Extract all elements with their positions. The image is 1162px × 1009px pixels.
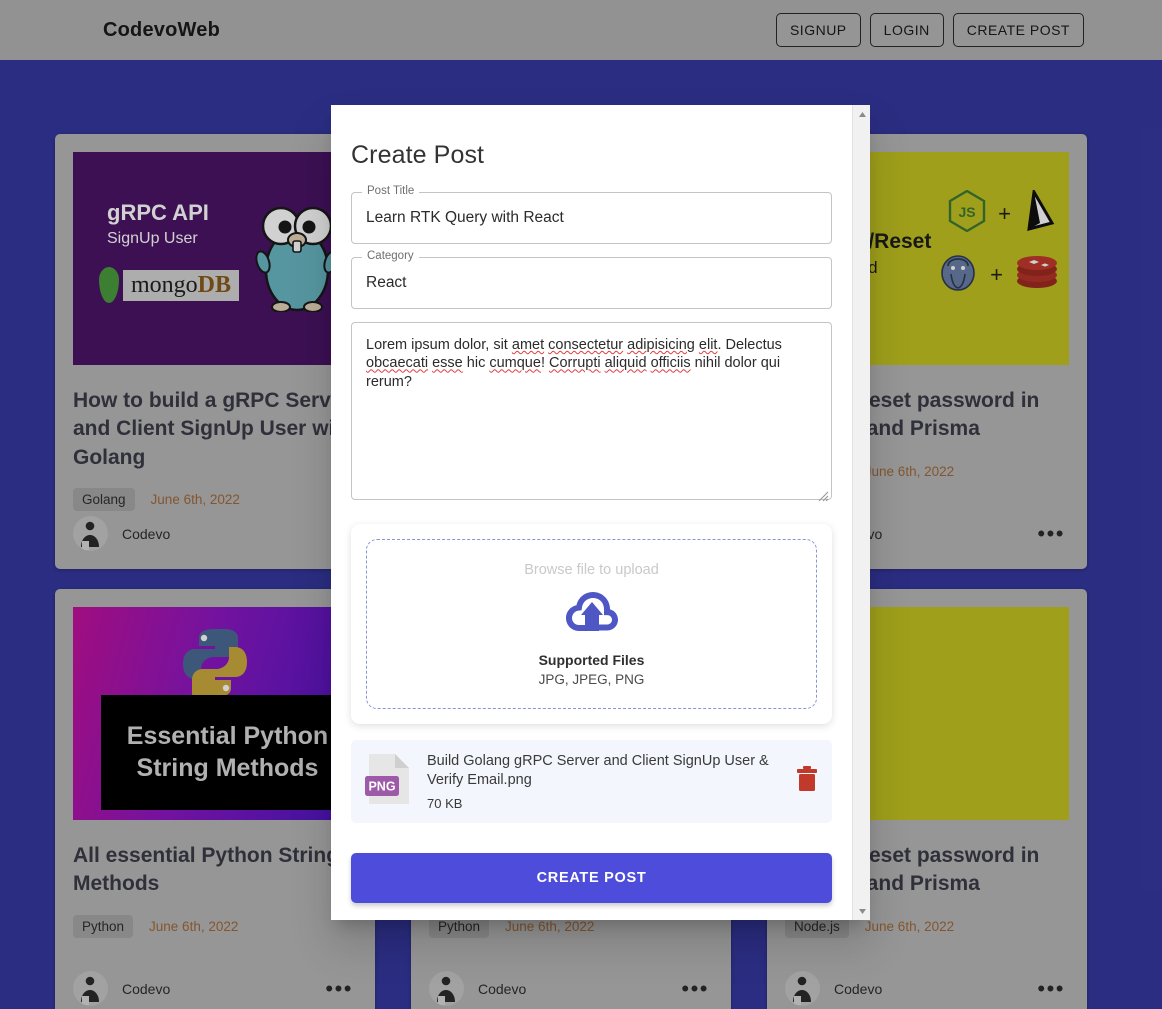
file-size: 70 KB <box>427 795 463 811</box>
modal-title: Create Post <box>351 141 485 169</box>
svg-text:PNG: PNG <box>368 780 395 794</box>
png-file-icon: PNG <box>365 752 413 811</box>
scroll-down-arrow-icon[interactable] <box>853 902 871 920</box>
post-content-input[interactable] <box>351 322 832 500</box>
submit-create-post-button[interactable]: CREATE POST <box>351 853 832 903</box>
supported-file-types: JPG, JPEG, PNG <box>538 671 645 687</box>
post-title-label: Post Title <box>362 185 420 197</box>
create-post-modal: Create Post Post Title Category Lorem ip… <box>331 105 870 920</box>
category-field: Category <box>351 250 832 309</box>
category-label: Category <box>362 250 419 262</box>
upload-card: Browse file to upload Supported Files JP… <box>351 524 832 724</box>
file-dropzone[interactable]: Browse file to upload Supported Files JP… <box>366 539 817 709</box>
cloud-upload-icon <box>563 590 621 639</box>
post-content-field: Lorem ipsum dolor, sit amet consectetur … <box>351 322 832 505</box>
file-name: Build Golang gRPC Server and Client Sign… <box>427 753 769 788</box>
category-input[interactable] <box>351 257 832 309</box>
uploaded-file-row: PNG Build Golang gRPC Server and Client … <box>351 740 832 823</box>
modal-scrollbar[interactable] <box>852 105 870 920</box>
supported-files-label: Supported Files <box>538 651 645 668</box>
delete-file-icon[interactable] <box>796 766 818 797</box>
modal-content: Create Post Post Title Category Lorem ip… <box>331 105 852 920</box>
browse-hint: Browse file to upload <box>524 561 659 578</box>
scroll-up-arrow-icon[interactable] <box>853 105 871 123</box>
post-title-input[interactable] <box>351 192 832 244</box>
file-info: Build Golang gRPC Server and Client Sign… <box>427 752 782 811</box>
post-title-field: Post Title <box>351 185 832 244</box>
